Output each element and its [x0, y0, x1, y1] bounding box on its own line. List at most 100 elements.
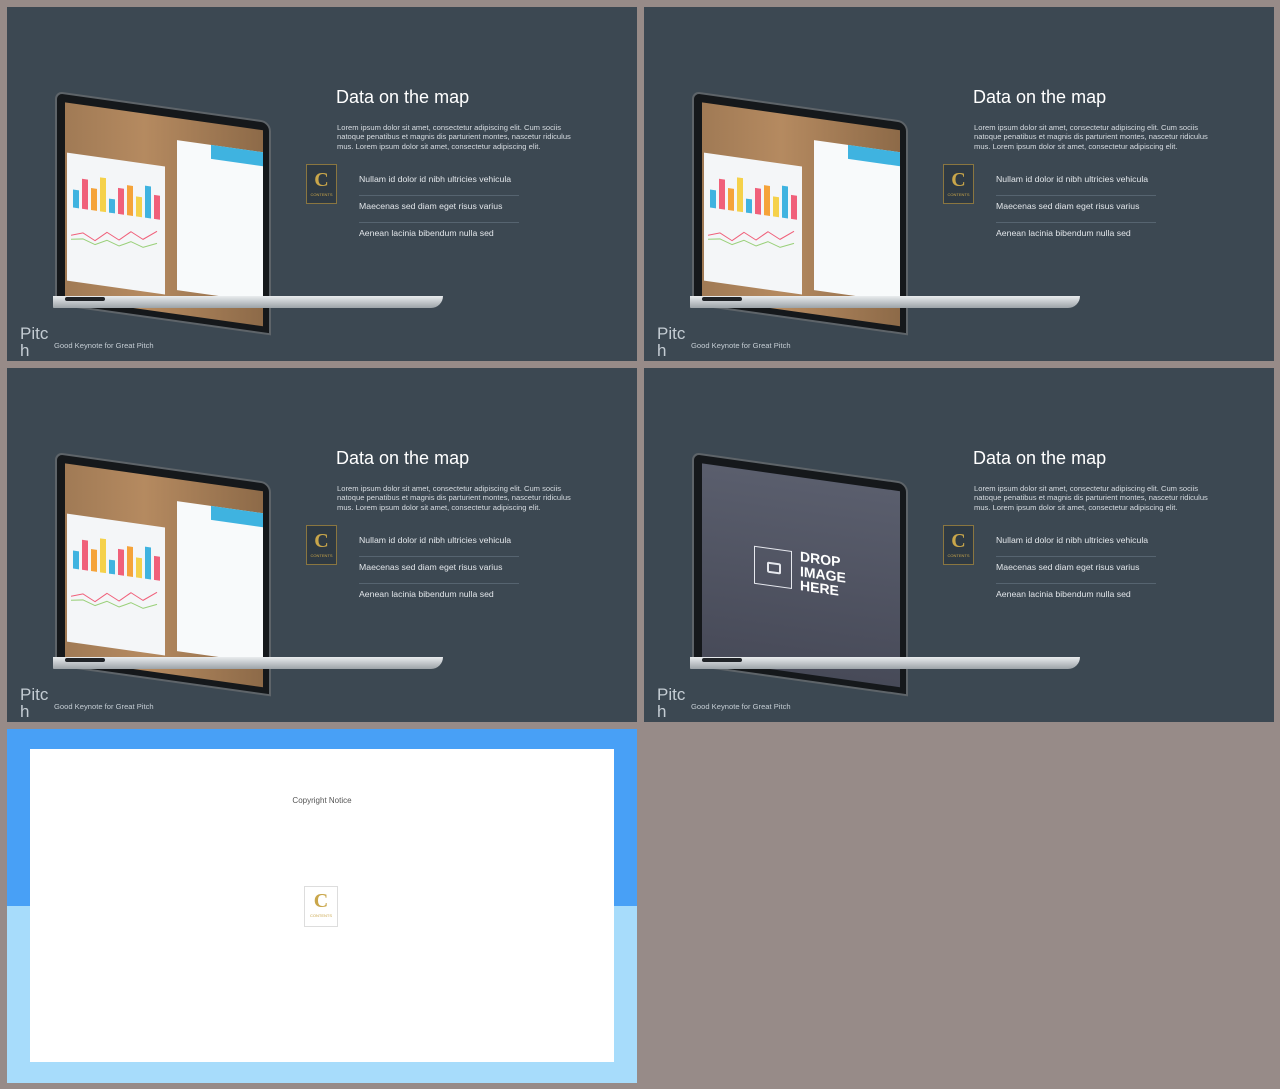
chart-bar	[82, 539, 88, 571]
badge-text: CONTENTS	[310, 192, 333, 197]
chart-bar	[710, 189, 716, 209]
slide-1[interactable]: Data on the map Lorem ipsum dolor sit am…	[7, 7, 637, 361]
chart-bar	[145, 546, 151, 580]
bullet-list: Nullam id dolor id nibh ultricies vehicu…	[996, 169, 1156, 250]
chart-bar	[127, 546, 133, 577]
list-item: Aenean lacinia bibendum nulla sed	[996, 589, 1131, 599]
bar-chart	[67, 167, 165, 221]
chart-bar	[118, 548, 124, 576]
laptop-screen-photo	[65, 463, 263, 688]
bullet-list: Nullam id dolor id nibh ultricies vehicu…	[359, 530, 519, 611]
line-chart	[708, 230, 795, 248]
contents-badge-icon: C CONTENTS	[306, 525, 337, 565]
slide-title: Data on the map	[336, 448, 470, 468]
chart-bar	[136, 557, 142, 579]
contents-badge-icon: C CONTENTS	[943, 164, 974, 204]
chart-bar	[118, 187, 124, 215]
chart-bar	[82, 178, 88, 210]
bullet-list: Nullam id dolor id nibh ultricies vehicu…	[996, 530, 1156, 611]
list-item: Maecenas sed diam eget risus varius	[996, 196, 1156, 223]
bullet-list: Nullam id dolor id nibh ultricies vehicu…	[359, 169, 519, 250]
line-chart	[71, 591, 158, 609]
line-chart	[71, 230, 158, 248]
slide-body-text: Lorem ipsum dolor sit amet, consectetur …	[337, 484, 571, 512]
report-paper	[704, 152, 802, 295]
list-item: Maecenas sed diam eget risus varius	[359, 196, 519, 223]
chart-bar	[154, 194, 160, 220]
chart-bar	[73, 189, 79, 209]
brand-logo-text: Pitch	[657, 685, 686, 721]
slide-body-text: Lorem ipsum dolor sit amet, consectetur …	[974, 123, 1208, 151]
tagline: Good Keynote for Great Pitch	[54, 702, 154, 711]
resume-header	[848, 144, 900, 167]
logo-letter: C	[313, 890, 329, 912]
chart-bar	[154, 555, 160, 581]
chart-bar	[91, 549, 97, 572]
chart-bar	[782, 185, 788, 219]
laptop-base	[53, 296, 443, 308]
drop-image-text: DROP IMAGE HERE	[800, 548, 846, 599]
resume-document	[814, 140, 900, 303]
chart-bar	[755, 187, 761, 215]
slide-title: Data on the map	[973, 448, 1107, 468]
list-item: Maecenas sed diam eget risus varius	[996, 557, 1156, 584]
bar-chart	[67, 528, 165, 582]
slide-3[interactable]: Data on the map Lorem ipsum dolor sit am…	[7, 368, 637, 722]
badge-letter: C	[951, 169, 966, 191]
chart-bar	[91, 188, 97, 211]
slide-5-copyright[interactable]: Copyright Notice C CONTENTS	[7, 729, 637, 1083]
slide-2[interactable]: Data on the map Lorem ipsum dolor sit am…	[644, 7, 1274, 361]
chart-bar	[100, 177, 106, 213]
laptop-base	[690, 657, 1080, 669]
chart-bar	[764, 185, 770, 216]
chart-bar	[737, 177, 743, 213]
chart-bar	[719, 178, 725, 210]
image-placeholder-icon	[754, 545, 792, 590]
slide-title: Data on the map	[336, 87, 470, 107]
logo-text: CONTENTS	[310, 913, 332, 918]
chart-bar	[73, 550, 79, 570]
badge-text: CONTENTS	[310, 553, 333, 558]
chart-bar	[109, 559, 115, 575]
brand-logo-text: Pitch	[657, 324, 686, 360]
laptop-screen-photo	[702, 102, 900, 327]
resume-header	[211, 144, 263, 167]
tagline: Good Keynote for Great Pitch	[54, 341, 154, 350]
chart-bar	[145, 185, 151, 219]
list-item: Aenean lacinia bibendum nulla sed	[996, 228, 1131, 238]
badge-letter: C	[314, 169, 329, 191]
badge-letter: C	[951, 530, 966, 552]
list-item: Nullam id dolor id nibh ultricies vehicu…	[359, 169, 519, 196]
laptop-base	[690, 296, 1080, 308]
brand-logo-text: Pitch	[20, 324, 49, 360]
chart-bar	[136, 196, 142, 218]
report-paper	[67, 152, 165, 295]
badge-text: CONTENTS	[947, 553, 970, 558]
laptop-screen-photo	[65, 102, 263, 327]
chart-bar	[127, 185, 133, 216]
copyright-notice: Copyright Notice	[292, 796, 352, 805]
chart-bar	[791, 194, 797, 220]
contents-logo-icon: C CONTENTS	[304, 886, 338, 927]
slide-body-text: Lorem ipsum dolor sit amet, consectetur …	[337, 123, 571, 151]
list-item: Nullam id dolor id nibh ultricies vehicu…	[996, 169, 1156, 196]
contents-badge-icon: C CONTENTS	[306, 164, 337, 204]
chart-bar	[728, 188, 734, 211]
bar-chart	[704, 167, 802, 221]
list-item: Maecenas sed diam eget risus varius	[359, 557, 519, 584]
resume-document	[177, 140, 263, 303]
drop-image-placeholder[interactable]: DROP IMAGE HERE	[702, 463, 900, 688]
slide-title: Data on the map	[973, 87, 1107, 107]
chart-bar	[746, 198, 752, 214]
list-item: Aenean lacinia bibendum nulla sed	[359, 589, 494, 599]
list-item: Nullam id dolor id nibh ultricies vehicu…	[359, 530, 519, 557]
slide-body-text: Lorem ipsum dolor sit amet, consectetur …	[974, 484, 1208, 512]
tagline: Good Keynote for Great Pitch	[691, 702, 791, 711]
slide-4[interactable]: DROP IMAGE HERE Data on the map Lorem ip…	[644, 368, 1274, 722]
report-paper	[67, 513, 165, 656]
badge-letter: C	[314, 530, 329, 552]
contents-badge-icon: C CONTENTS	[943, 525, 974, 565]
list-item: Aenean lacinia bibendum nulla sed	[359, 228, 494, 238]
resume-header	[211, 505, 263, 528]
laptop-base	[53, 657, 443, 669]
